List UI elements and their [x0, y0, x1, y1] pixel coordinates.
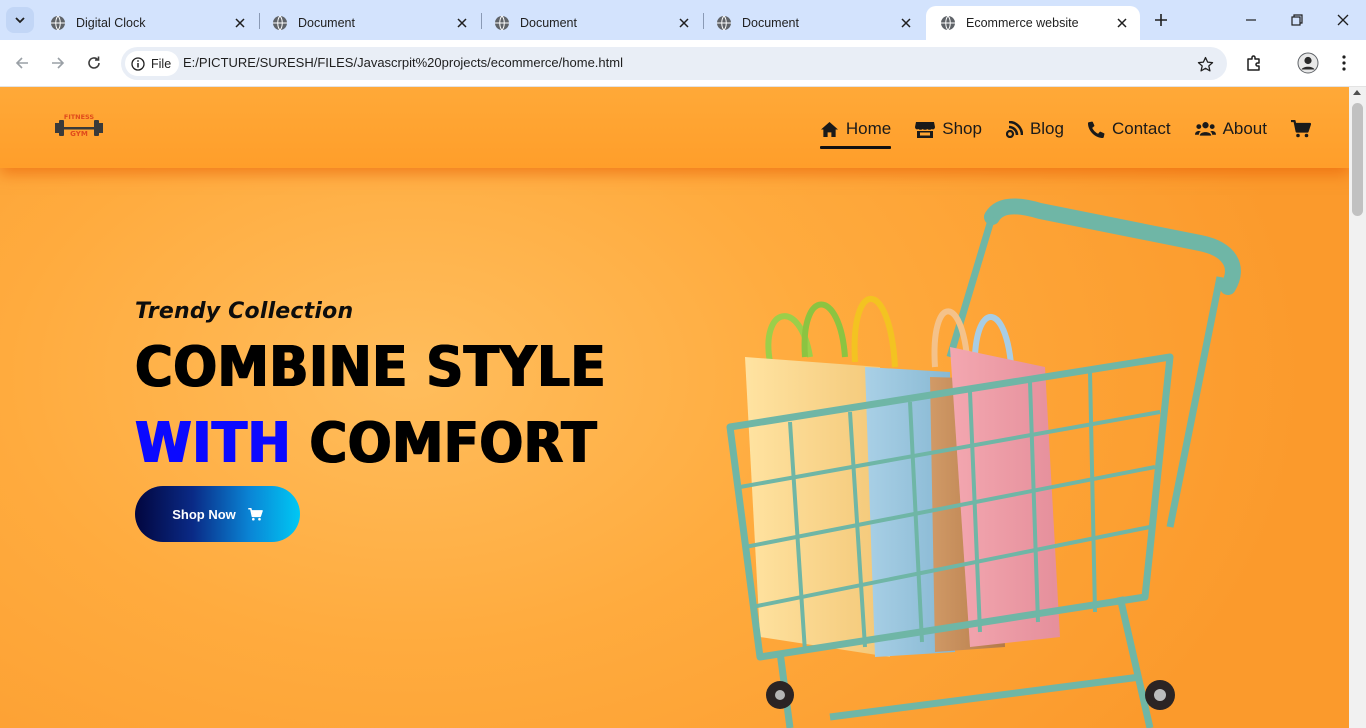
hero-text-block: Trendy Collection COMBINE STYLE WITH COM…: [135, 299, 647, 482]
tab-title: Ecommerce website: [966, 16, 1079, 30]
nav-label-about: About: [1222, 119, 1267, 138]
fitness-gym-logo[interactable]: FITNESS GYM: [53, 111, 105, 141]
address-bar[interactable]: File E:/PICTURE/SURESH/FILES/Javascrpit%…: [121, 47, 1227, 80]
nav-label-contact: Contact: [1111, 119, 1171, 138]
site-header: FITNESS GYM Home Shop Blog Contact About: [0, 87, 1349, 168]
nav-home[interactable]: Home: [819, 117, 892, 149]
scrollbar-thumb[interactable]: [1352, 103, 1363, 216]
globe-icon: [273, 15, 287, 31]
reload-button[interactable]: [82, 51, 106, 75]
extensions-button[interactable]: [1242, 51, 1266, 75]
forward-button[interactable]: [46, 51, 70, 75]
globe-icon: [717, 15, 731, 31]
tab-search-button[interactable]: [6, 7, 34, 33]
tab-title: Document: [520, 16, 577, 30]
avatar-icon: [1297, 52, 1319, 74]
nav-blog[interactable]: Blog: [1005, 117, 1064, 141]
globe-icon: [51, 15, 65, 31]
browser-toolbar: File E:/PICTURE/SURESH/FILES/Javascrpit%…: [0, 40, 1366, 87]
globe-icon: [495, 15, 509, 31]
browser-tab-document-1[interactable]: Document: [258, 6, 480, 40]
arrow-left-icon: [15, 57, 28, 69]
minimize-icon: [1246, 19, 1256, 21]
nav-label-home: Home: [845, 119, 892, 138]
close-tab-icon[interactable]: [454, 15, 470, 31]
close-tab-icon[interactable]: [676, 15, 692, 31]
hero-kicker: Trendy Collection: [135, 299, 354, 324]
shop-now-button[interactable]: Shop Now: [135, 486, 300, 542]
browser-menu-button[interactable]: [1332, 51, 1356, 75]
info-icon: [131, 56, 145, 71]
puzzle-icon: [1247, 55, 1260, 71]
browser-tab-digital-clock[interactable]: Digital Clock: [36, 6, 258, 40]
blog-rss-icon: [1005, 120, 1023, 138]
new-tab-button[interactable]: [1150, 9, 1172, 31]
close-icon: [1337, 14, 1349, 26]
shopping-cart-icon: [248, 507, 263, 520]
scroll-up-arrow-icon[interactable]: [1353, 90, 1361, 95]
logo-text-top: FITNESS: [64, 113, 95, 121]
main-nav: Home Shop Blog Contact About: [796, 117, 1311, 149]
reload-icon: [88, 56, 100, 69]
logo-text-bottom: GYM: [70, 130, 88, 138]
shopping-cart-icon: [1291, 120, 1311, 138]
close-tab-icon[interactable]: [898, 15, 914, 31]
nav-label-shop: Shop: [942, 119, 982, 138]
hero-headline-accent: WITH: [135, 411, 292, 476]
minimize-button[interactable]: [1228, 0, 1274, 40]
arrow-right-icon: [52, 57, 65, 69]
browser-tab-document-3[interactable]: Document: [702, 6, 924, 40]
nav-cart[interactable]: [1291, 117, 1311, 141]
hero-headline-line2: WITH COMFORT: [135, 406, 606, 482]
globe-icon: [941, 15, 955, 31]
nav-about[interactable]: About: [1194, 117, 1267, 141]
phone-icon: [1087, 121, 1105, 138]
profile-avatar[interactable]: [1295, 50, 1321, 76]
users-icon: [1194, 122, 1216, 136]
shop-now-label: Shop Now: [172, 506, 236, 522]
home-icon: [820, 121, 838, 137]
restore-button[interactable]: [1274, 0, 1320, 40]
hero-headline-line1: COMBINE STYLE: [135, 335, 607, 400]
security-chip-label: File: [151, 56, 172, 71]
store-icon: [915, 121, 936, 138]
restore-icon: [1291, 14, 1303, 26]
bookmark-button[interactable]: [1193, 52, 1217, 76]
browser-tab-document-2[interactable]: Document: [480, 6, 702, 40]
tab-title: Document: [298, 16, 355, 30]
page-scrollbar[interactable]: [1349, 87, 1366, 728]
close-window-button[interactable]: [1320, 0, 1366, 40]
shopping-cart-with-bags-image: [726, 198, 1241, 728]
close-tab-icon[interactable]: [1114, 15, 1130, 31]
hero-headline-rest: COMFORT: [309, 411, 598, 476]
browser-tab-strip: Digital Clock Document Document Document…: [0, 0, 1366, 40]
tab-title: Digital Clock: [76, 16, 146, 30]
nav-shop[interactable]: Shop: [915, 117, 982, 141]
tab-title: Document: [742, 16, 799, 30]
nav-label-blog: Blog: [1029, 119, 1064, 138]
star-icon: [1197, 56, 1213, 72]
browser-tab-ecommerce-website[interactable]: Ecommerce website: [926, 6, 1140, 40]
url-text[interactable]: E:/PICTURE/SURESH/FILES/Javascrpit%20pro…: [183, 55, 623, 70]
nav-contact[interactable]: Contact: [1087, 117, 1171, 141]
back-button[interactable]: [10, 51, 34, 75]
page-viewport: FITNESS GYM Home Shop Blog Contact About…: [0, 87, 1366, 728]
site-info-chip[interactable]: File: [125, 51, 180, 76]
chevron-down-icon: [15, 17, 25, 24]
more-vertical-icon: [1342, 55, 1346, 71]
close-tab-icon[interactable]: [232, 15, 248, 31]
plus-icon: [1155, 14, 1167, 26]
